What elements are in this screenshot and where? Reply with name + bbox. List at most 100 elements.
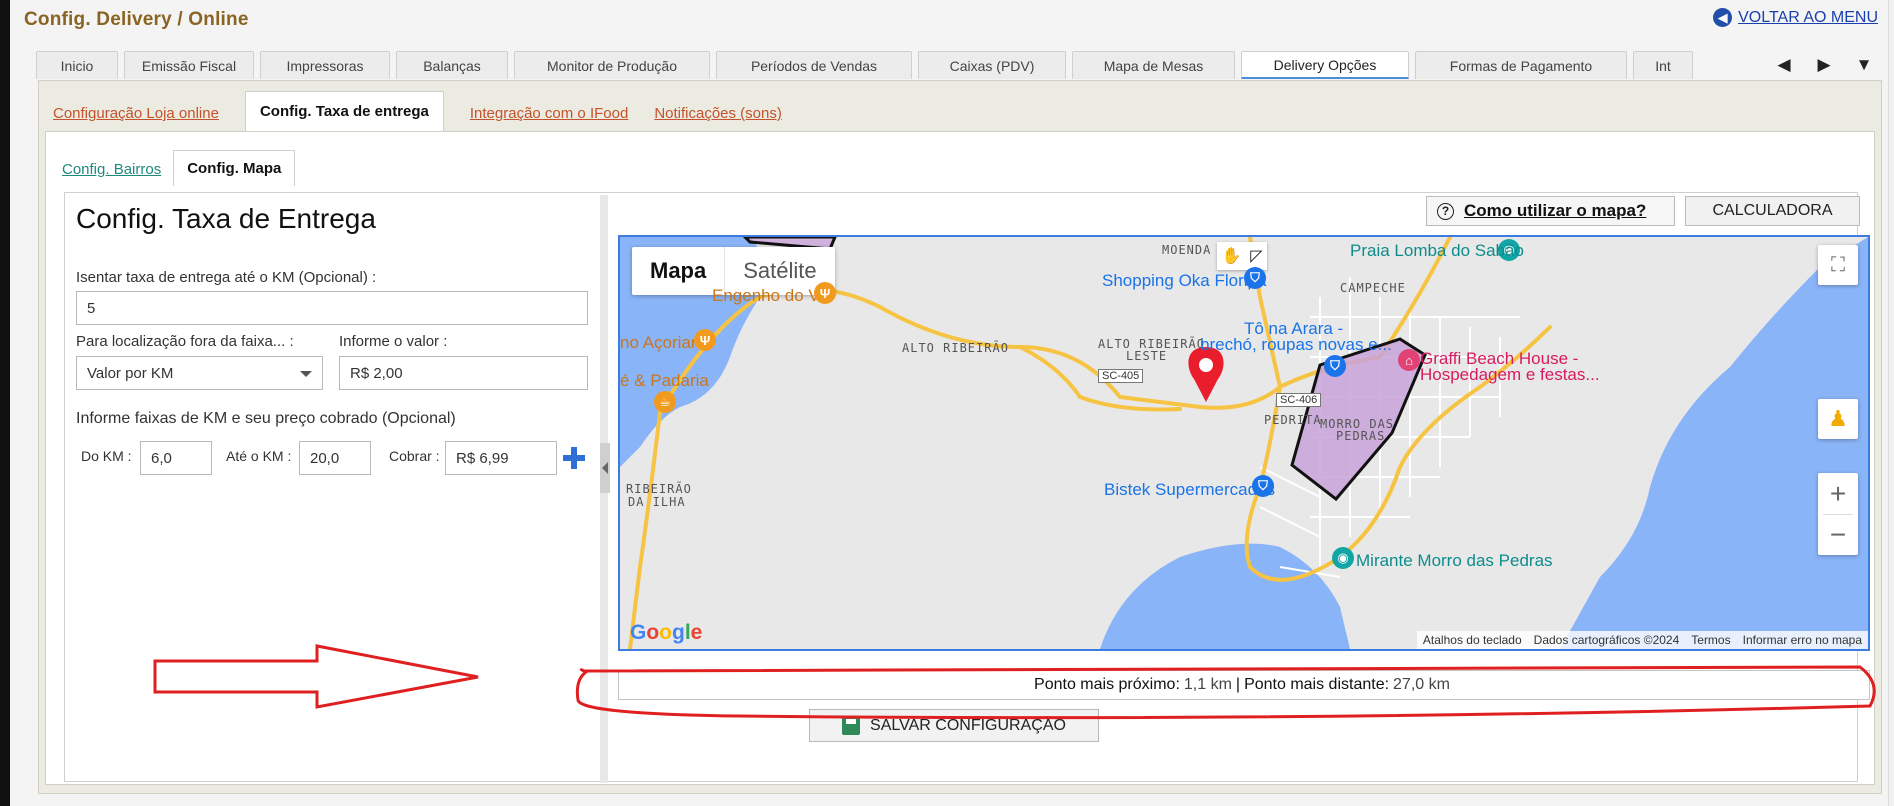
place-label[interactable]: é & Padaria — [620, 371, 709, 391]
road-shield-sc406: SC-406 — [1276, 393, 1322, 407]
sub-tab-bar: Configuração Loja online Config. Taxa de… — [53, 91, 808, 132]
tab-list-dropdown-icon[interactable]: ▼ — [1844, 52, 1884, 78]
to-km-label: Até o KM : — [226, 448, 292, 464]
farthest-value: 27,0 km — [1393, 676, 1450, 693]
place-label: DA ILHA — [628, 495, 686, 509]
innertab-bairros[interactable]: Config. Bairros — [62, 161, 161, 186]
inner-tab-bar: Config. Bairros Config. Mapa — [62, 150, 296, 186]
collapse-panel-icon[interactable] — [600, 443, 610, 493]
place-label[interactable]: brechó, roupas novas e... — [1200, 335, 1392, 355]
place-label[interactable]: Shopping Oka Floripa — [1102, 271, 1266, 291]
question-circle-icon: ? — [1437, 202, 1454, 220]
draw-tools: ✋ ◸ — [1217, 242, 1267, 270]
from-km-input[interactable]: 6,0 — [140, 441, 212, 475]
shopping-pin-icon[interactable]: ⛉ — [1252, 475, 1274, 497]
value-input[interactable]: R$ 2,00 — [339, 356, 588, 390]
tab-caixas-pdv[interactable]: Caixas (PDV) — [918, 51, 1066, 79]
to-km-input[interactable]: 20,0 — [299, 441, 371, 475]
map-attribution: Atalhos do teclado Dados cartográficos ©… — [1416, 631, 1868, 649]
floppy-disk-icon — [842, 716, 861, 735]
distance-summary: Ponto mais próximo: 1,1 km | Ponto mais … — [618, 670, 1870, 700]
tab-formas-pagamento[interactable]: Formas de Pagamento — [1415, 51, 1627, 79]
tab-mapa-mesas[interactable]: Mapa de Mesas — [1072, 51, 1235, 79]
window-edge — [0, 0, 10, 806]
place-label: LESTE — [1126, 349, 1168, 363]
page-title: Config. Delivery / Online — [24, 9, 249, 30]
tab-monitor-producao[interactable]: Monitor de Produção — [514, 51, 710, 79]
tab-integracoes[interactable]: Int — [1633, 51, 1693, 79]
place-label: ALTO RIBEIRÃO — [902, 341, 1009, 355]
subtab-ifood[interactable]: Integração com o IFood — [470, 105, 628, 132]
delivery-panel: Configuração Loja online Config. Taxa de… — [38, 80, 1882, 794]
outside-range-select[interactable]: Valor por KM — [76, 356, 323, 390]
tab-impressoras[interactable]: Impressoras — [260, 51, 390, 79]
save-config-label: SALVAR CONFIGURAÇÃO — [870, 716, 1066, 734]
place-label[interactable]: Hospedagem e festas... — [1420, 365, 1600, 385]
subtab-taxa-entrega[interactable]: Config. Taxa de entrega — [244, 91, 444, 132]
zoom-out-icon[interactable]: − — [1830, 515, 1846, 555]
exempt-label: Isentar taxa de entrega até o KM (Opcion… — [76, 269, 377, 286]
ranges-label: Informe faixas de KM e seu preço cobrado… — [76, 410, 456, 427]
add-range-icon[interactable] — [563, 447, 585, 469]
delivery-map[interactable]: Mapa Satélite ✋ ◸ MOENDA ◉ Praia Lomba d… — [618, 235, 1870, 651]
place-label[interactable]: Mirante Morro das Pedras — [1356, 551, 1553, 571]
tab-scroll-right-icon[interactable]: ▶ — [1804, 52, 1844, 78]
place-label: RIBEIRÃO — [626, 482, 692, 496]
keyboard-shortcuts-link[interactable]: Atalhos do teclado — [1423, 633, 1522, 647]
innertab-mapa[interactable]: Config. Mapa — [173, 150, 296, 186]
place-label[interactable]: Praia Lomba do Sabão — [1350, 241, 1524, 261]
restaurant-pin-icon[interactable]: Ψ — [814, 282, 836, 304]
main-tab-bar: Inicio Emissão Fiscal Impressoras Balanç… — [36, 51, 1699, 79]
camera-pin-icon[interactable]: ◉ — [1332, 547, 1354, 569]
google-logo: Google — [630, 621, 703, 644]
shopping-pin-icon[interactable]: ⛉ — [1324, 355, 1346, 377]
place-label: CAMPECHE — [1340, 281, 1406, 295]
tab-scroll-left-icon[interactable]: ◀ — [1764, 52, 1804, 78]
arrow-left-circle-icon: ◀ — [1713, 8, 1733, 27]
scrollbar[interactable] — [1888, 0, 1894, 806]
form-title: Config. Taxa de Entrega — [76, 203, 376, 234]
tab-delivery-opcoes[interactable]: Delivery Opções — [1241, 51, 1409, 79]
taxa-entrega-panel: Config. Bairros Config. Mapa Config. Tax… — [45, 131, 1875, 785]
back-to-menu-label: VOLTAR AO MENU — [1738, 8, 1878, 26]
value-label: Informe o valor : — [339, 333, 448, 350]
tab-balancas[interactable]: Balanças — [396, 51, 508, 79]
hotel-pin-icon[interactable]: ⌂ — [1398, 349, 1420, 371]
map-help-label: Como utilizar o mapa? — [1464, 201, 1647, 220]
calculator-button[interactable]: CALCULADORA — [1685, 196, 1860, 226]
subtab-notificacoes[interactable]: Notificações (sons) — [654, 105, 782, 132]
app-window: Config. Delivery / Online ◀ VOLTAR AO ME… — [10, 0, 1888, 806]
restaurant-pin-icon[interactable]: Ψ — [694, 329, 716, 351]
place-label[interactable]: Bistek Supermercados — [1104, 480, 1275, 500]
exempt-km-input[interactable]: 5 — [76, 291, 588, 325]
place-label: PEDRITA — [1264, 413, 1322, 427]
shopping-pin-icon[interactable]: ⛉ — [1244, 267, 1266, 289]
report-error-link[interactable]: Informar erro no mapa — [1743, 633, 1862, 647]
fullscreen-icon[interactable]: ⛶ — [1818, 245, 1858, 285]
place-label[interactable]: Engenho do Vô — [712, 286, 829, 306]
place-label: MOENDA — [1162, 243, 1212, 257]
chevron-down-icon — [300, 371, 312, 377]
terms-link[interactable]: Termos — [1691, 633, 1730, 647]
pegman-icon[interactable]: ♟ — [1818, 399, 1858, 439]
charge-input[interactable]: R$ 6,99 — [445, 441, 557, 475]
draw-polygon-icon[interactable]: ◸ — [1250, 246, 1262, 266]
place-label: PEDRAS — [1336, 429, 1386, 443]
farthest-label: Ponto mais distante: — [1244, 676, 1390, 693]
save-config-button[interactable]: SALVAR CONFIGURAÇÃO — [809, 709, 1099, 742]
zoom-controls: + − — [1818, 473, 1858, 555]
distance-separator: | — [1235, 676, 1241, 693]
cafe-pin-icon[interactable]: ☕ — [654, 391, 676, 413]
road-shield-sc405: SC-405 — [1098, 369, 1144, 383]
tab-emissao-fiscal[interactable]: Emissão Fiscal — [124, 51, 254, 79]
tab-inicio[interactable]: Inicio — [36, 51, 118, 79]
zoom-in-icon[interactable]: + — [1830, 474, 1846, 514]
subtab-loja-online[interactable]: Configuração Loja online — [53, 105, 219, 132]
tab-periodos-vendas[interactable]: Períodos de Vendas — [716, 51, 912, 79]
hand-pan-icon[interactable]: ✋ — [1221, 246, 1241, 266]
nearest-value: 1,1 km — [1183, 676, 1232, 693]
map-data-text: Dados cartográficos ©2024 — [1533, 633, 1680, 647]
map-help-button[interactable]: ? Como utilizar o mapa? — [1426, 196, 1675, 226]
back-to-menu-link[interactable]: ◀ VOLTAR AO MENU — [1713, 8, 1878, 27]
charge-label: Cobrar : — [389, 448, 440, 464]
